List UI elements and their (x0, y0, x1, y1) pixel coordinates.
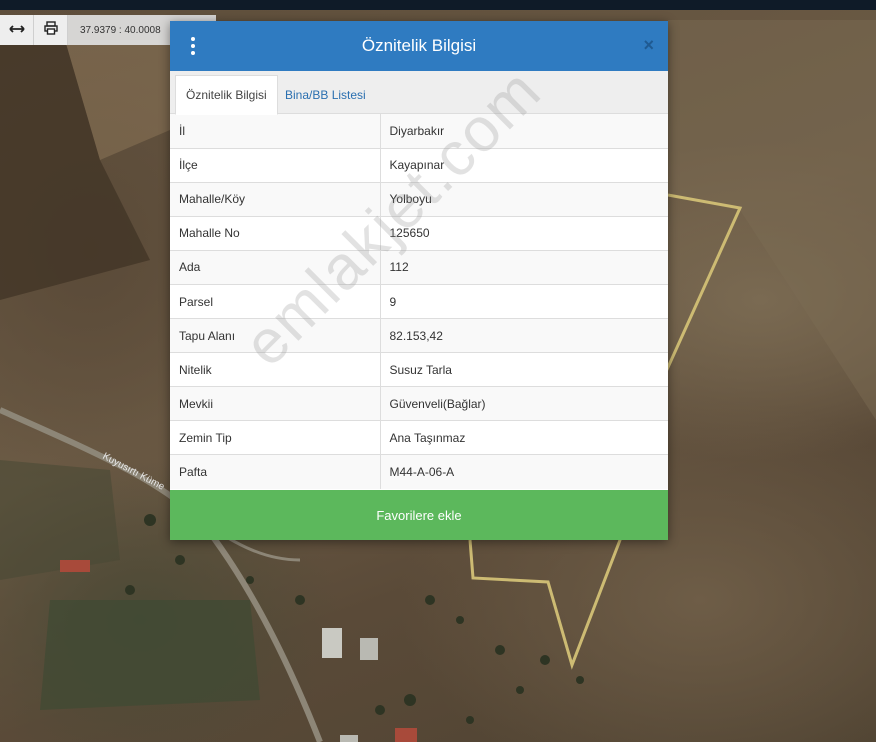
terrain-light (668, 20, 876, 420)
table-row: Mahalle No 125650 (170, 215, 668, 251)
row-key: Zemin Tip (170, 420, 381, 455)
arrows-horizontal-icon (8, 21, 25, 39)
row-key: Tapu Alanı (170, 318, 381, 353)
building (340, 735, 358, 742)
building (322, 628, 342, 658)
row-value: Ana Taşınmaz (380, 420, 668, 455)
row-key: Parsel (170, 283, 381, 319)
orchard-area (40, 600, 260, 710)
table-row: İl Diyarbakır (170, 114, 668, 149)
dialog-header: Öznitelik Bilgisi × (170, 21, 668, 71)
building (395, 728, 417, 742)
print-icon (43, 20, 58, 40)
row-key: Mahalle/Köy (170, 181, 381, 217)
row-key: Pafta (170, 454, 381, 490)
row-key: Mahalle No (170, 215, 381, 251)
building (60, 560, 90, 572)
kebab-dot-icon (191, 44, 195, 48)
row-key: Nitelik (170, 352, 381, 387)
tab-building-list[interactable]: Bina/BB Listesi (275, 75, 376, 115)
table-row: Zemin Tip Ana Taşınmaz (170, 420, 668, 455)
dialog-title: Öznitelik Bilgisi (361, 36, 477, 55)
top-strip (0, 0, 876, 10)
row-value: 125650 (380, 215, 668, 251)
row-value: M44-A-06-A (380, 454, 668, 490)
table-row: Parsel 9 (170, 283, 668, 319)
building (360, 638, 378, 660)
row-value: Güvenveli(Bağlar) (380, 386, 668, 421)
row-value: 9 (380, 283, 668, 319)
row-key: Ada (170, 249, 381, 285)
kebab-dot-icon (191, 37, 195, 41)
table-row: Ada 112 (170, 249, 668, 285)
attribute-info-dialog: Öznitelik Bilgisi × Öznitelik Bilgisi Bi… (170, 21, 668, 540)
table-row: Nitelik Susuz Tarla (170, 352, 668, 387)
menu-button[interactable] (188, 37, 198, 55)
row-value: 112 (380, 249, 668, 285)
table-row: Mahalle/Köy Yolboyu (170, 181, 668, 217)
row-key: Mevkii (170, 386, 381, 421)
tab-bar: Öznitelik Bilgisi Bina/BB Listesi (170, 71, 668, 115)
measure-button[interactable] (0, 15, 34, 45)
close-button[interactable]: × (643, 36, 654, 54)
tab-attribute-info[interactable]: Öznitelik Bilgisi (175, 75, 278, 115)
row-key: İlçe (170, 147, 381, 183)
table-row: Pafta M44-A-06-A (170, 454, 668, 490)
row-value: Yolboyu (380, 181, 668, 217)
table-row: Tapu Alanı 82.153,42 (170, 318, 668, 353)
row-key: İl (170, 114, 381, 149)
table-row: İlçe Kayapınar (170, 147, 668, 183)
table-row: Mevkii Güvenveli(Bağlar) (170, 386, 668, 421)
add-to-favorites-button[interactable]: Favorilere ekle (170, 490, 668, 540)
row-value: Diyarbakır (380, 114, 668, 149)
row-value: Susuz Tarla (380, 352, 668, 387)
row-value: Kayapınar (380, 147, 668, 183)
print-button[interactable] (34, 15, 68, 45)
kebab-dot-icon (191, 51, 195, 55)
attribute-table: İl Diyarbakır İlçe Kayapınar Mahalle/Köy… (170, 114, 668, 490)
row-value: 82.153,42 (380, 318, 668, 353)
